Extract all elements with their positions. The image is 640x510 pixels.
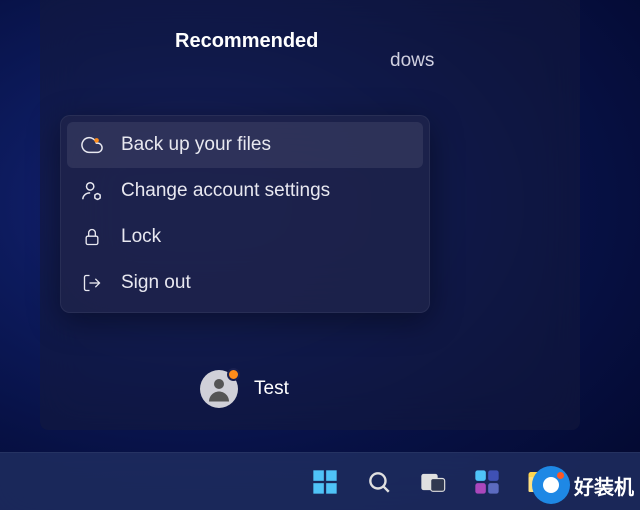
menu-item-label: Change account settings <box>121 180 330 202</box>
user-account-button[interactable]: Test <box>200 370 289 408</box>
watermark-logo-icon <box>532 466 570 504</box>
menu-item-label: Sign out <box>121 272 191 294</box>
signout-icon <box>81 272 103 294</box>
user-context-menu: Back up your files Change account settin… <box>60 115 430 313</box>
menu-item-label: Lock <box>121 226 161 248</box>
menu-item-label: Back up your files <box>121 134 271 156</box>
widgets-button[interactable] <box>471 466 503 498</box>
cloud-icon <box>81 134 103 156</box>
menu-item-lock[interactable]: Lock <box>67 214 423 260</box>
recommended-heading: Recommended <box>175 30 540 53</box>
username-label: Test <box>254 378 289 400</box>
start-button[interactable] <box>309 466 341 498</box>
notification-badge-icon <box>227 368 240 381</box>
lock-icon <box>81 226 103 248</box>
avatar <box>200 370 238 408</box>
search-button[interactable] <box>363 466 395 498</box>
watermark-text: 好装机 <box>574 471 634 500</box>
menu-item-signout[interactable]: Sign out <box>67 260 423 306</box>
menu-item-backup[interactable]: Back up your files <box>67 122 423 168</box>
background-text-fragment: dows <box>390 50 434 72</box>
menu-item-account-settings[interactable]: Change account settings <box>67 168 423 214</box>
watermark: 好装机 <box>532 466 634 504</box>
taskview-button[interactable] <box>417 466 449 498</box>
user-gear-icon <box>81 180 103 202</box>
